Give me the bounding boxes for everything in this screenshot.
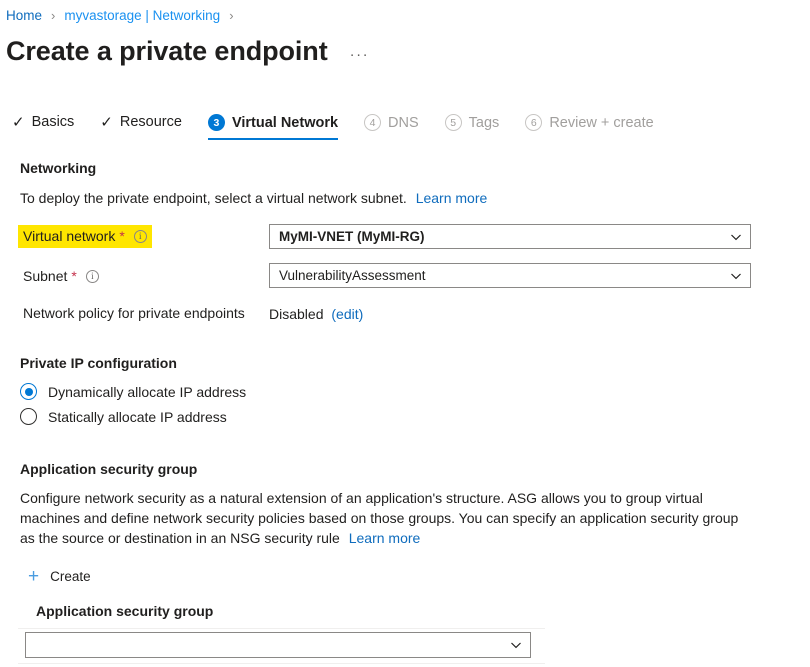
required-asterisk: * <box>71 268 76 284</box>
asg-divider-top <box>18 628 545 629</box>
check-icon: ✓ <box>12 115 25 130</box>
network-policy-value-group: Disabled (edit) <box>269 304 363 324</box>
subnet-value: VulnerabilityAssessment <box>279 268 724 283</box>
virtual-network-value: MyMI-VNET (MyMI-RG) <box>279 229 724 244</box>
network-policy-value: Disabled <box>269 306 323 322</box>
subnet-label-text: Subnet <box>23 268 67 284</box>
virtual-network-label: Virtual network * i <box>18 225 152 248</box>
breadcrumb: Home › myvastorage | Networking › <box>6 7 243 25</box>
radio-dynamically-allocate-label: Dynamically allocate IP address <box>48 384 246 400</box>
page-title: Create a private endpoint <box>6 33 328 69</box>
chevron-down-icon <box>730 270 742 282</box>
info-icon[interactable]: i <box>134 230 147 243</box>
tab-review-create[interactable]: 6 Review + create <box>525 114 653 140</box>
asg-learn-more-link[interactable]: Learn more <box>349 530 421 546</box>
radio-button-icon <box>20 408 37 425</box>
chevron-down-icon <box>730 231 742 243</box>
step-number-badge: 3 <box>208 114 225 131</box>
network-policy-label-text: Network policy for private endpoints <box>23 305 245 321</box>
networking-description-text: To deploy the private endpoint, select a… <box>20 190 407 206</box>
radio-button-icon <box>20 383 37 400</box>
networking-heading: Networking <box>20 160 96 176</box>
asg-divider-bottom <box>18 663 545 664</box>
network-policy-label: Network policy for private endpoints <box>23 305 245 321</box>
tab-dns[interactable]: 4 DNS <box>364 114 419 140</box>
plus-icon: + <box>28 567 39 586</box>
wizard-tab-strip: ✓ Basics ✓ Resource 3 Virtual Network 4 … <box>12 114 680 152</box>
virtual-network-label-text: Virtual network <box>23 228 115 244</box>
breadcrumb-item-myvastorage-networking[interactable]: myvastorage | Networking <box>64 7 220 25</box>
networking-description: To deploy the private endpoint, select a… <box>20 188 487 208</box>
chevron-down-icon <box>510 639 522 651</box>
networking-learn-more-link[interactable]: Learn more <box>416 190 488 206</box>
asg-description: Configure network security as a natural … <box>20 488 740 548</box>
breadcrumb-separator-icon-2: › <box>229 7 233 25</box>
breadcrumb-separator-icon: › <box>51 7 55 25</box>
tab-resource-label: Resource <box>120 114 182 130</box>
virtual-network-dropdown[interactable]: MyMI-VNET (MyMI-RG) <box>269 224 751 249</box>
breadcrumb-item-home[interactable]: Home <box>6 7 42 25</box>
asg-dropdown[interactable] <box>25 632 531 658</box>
tab-dns-label: DNS <box>388 115 419 131</box>
tab-resource[interactable]: ✓ Resource <box>100 114 182 139</box>
page-header: Create a private endpoint ··· <box>6 33 369 69</box>
more-options-icon[interactable]: ··· <box>350 46 370 63</box>
tab-virtual-network[interactable]: 3 Virtual Network <box>208 114 338 140</box>
subnet-dropdown[interactable]: VulnerabilityAssessment <box>269 263 751 288</box>
radio-statically-allocate-label: Statically allocate IP address <box>48 409 227 425</box>
private-ip-heading: Private IP configuration <box>20 355 177 371</box>
tab-basics-label: Basics <box>32 114 75 130</box>
step-number-badge: 5 <box>445 114 462 131</box>
tab-review-create-label: Review + create <box>549 115 653 131</box>
asg-field-label-text: Application security group <box>36 603 213 619</box>
required-asterisk: * <box>119 228 124 244</box>
step-number-badge: 6 <box>525 114 542 131</box>
info-icon[interactable]: i <box>86 270 99 283</box>
network-policy-edit-link[interactable]: (edit) <box>331 306 363 322</box>
step-number-badge: 4 <box>364 114 381 131</box>
radio-statically-allocate[interactable]: Statically allocate IP address <box>20 408 227 425</box>
asg-heading: Application security group <box>20 461 197 477</box>
radio-dynamically-allocate[interactable]: Dynamically allocate IP address <box>20 383 246 400</box>
asg-field-label: Application security group <box>36 603 213 619</box>
create-asg-label: Create <box>50 569 91 584</box>
tab-tags[interactable]: 5 Tags <box>445 114 500 140</box>
tab-virtual-network-label: Virtual Network <box>232 115 338 131</box>
tab-basics[interactable]: ✓ Basics <box>12 114 74 139</box>
subnet-label: Subnet * i <box>23 268 99 284</box>
tab-tags-label: Tags <box>469 115 500 131</box>
check-icon: ✓ <box>100 115 113 130</box>
create-asg-button[interactable]: + Create <box>28 567 91 586</box>
